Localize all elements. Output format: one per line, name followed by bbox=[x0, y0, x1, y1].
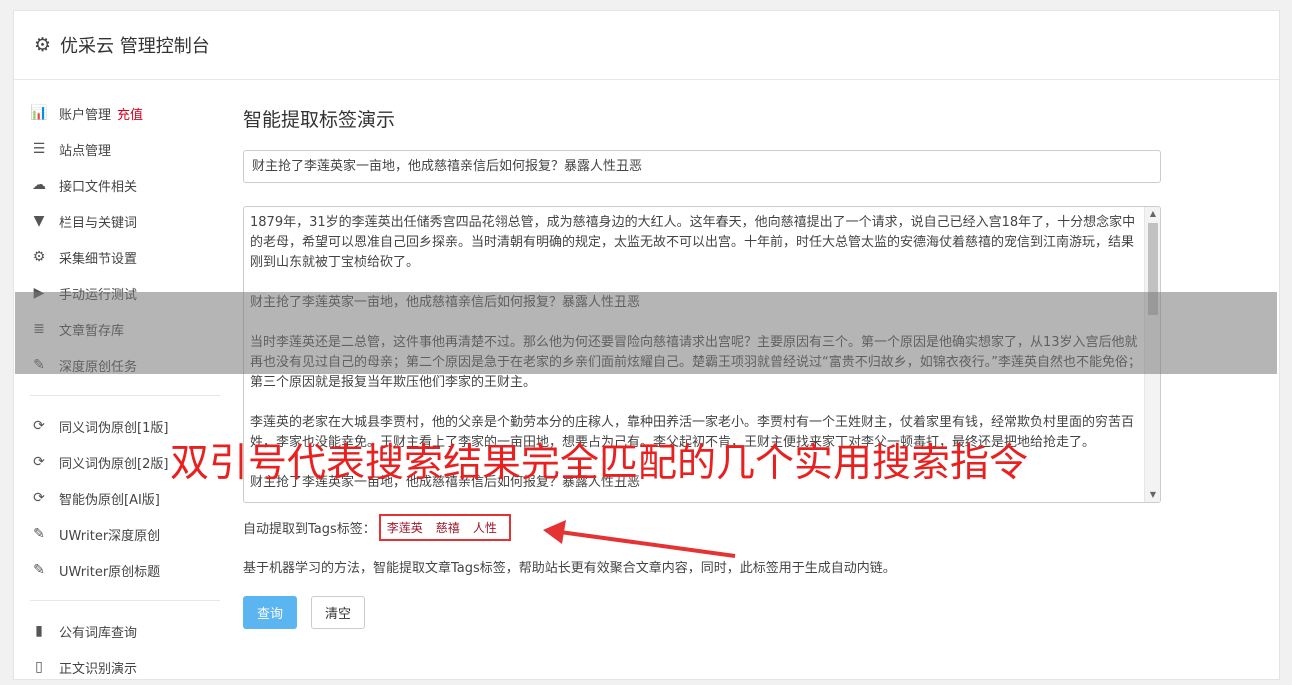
red-arrow-icon bbox=[543, 520, 736, 558]
